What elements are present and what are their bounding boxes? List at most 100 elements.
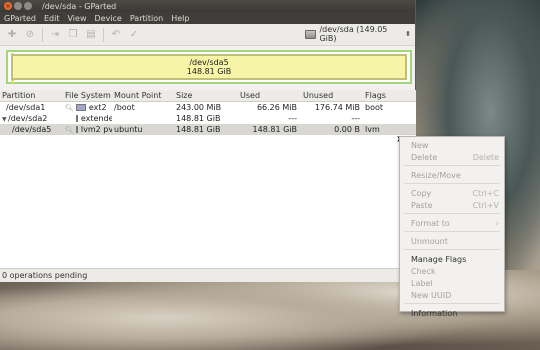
- menu-item-delete[interactable]: Delete Delete: [400, 151, 504, 163]
- used-value: 66.26 MiB: [256, 103, 297, 112]
- hard-disk-icon: [305, 29, 317, 39]
- menu-item-label: Unmount: [411, 236, 448, 246]
- partition-name: /dev/sda1: [6, 103, 46, 112]
- shortcut-label: Ctrl+V: [472, 200, 499, 210]
- menu-separator: [404, 303, 500, 304]
- table-row[interactable]: /dev/sda1 🔍︎ ext2 /boot 243.00 MiB 66.26…: [0, 102, 416, 113]
- menu-item-copy[interactable]: Copy Ctrl+C: [400, 187, 504, 199]
- menu-item-label: Resize/Move: [411, 170, 461, 180]
- menu-item-label: Paste: [411, 200, 433, 210]
- maximize-window-button[interactable]: [24, 2, 32, 10]
- size-value: 243.00 MiB: [176, 103, 222, 112]
- menu-item-label: New: [411, 140, 429, 150]
- window-title: /dev/sda - GParted: [42, 1, 117, 11]
- menu-item-label: Copy: [411, 188, 432, 198]
- filesystem-cell: 🔍︎ lvm2 pv: [63, 125, 112, 134]
- device-selector[interactable]: /dev/sda (149.05 GiB) ⬍: [305, 25, 411, 43]
- shortcut-label: Ctrl+C: [472, 188, 499, 198]
- menu-separator: [404, 213, 500, 214]
- unused-value: 176.74 MiB: [314, 103, 360, 112]
- minimize-window-button[interactable]: [14, 2, 22, 10]
- menu-view[interactable]: View: [68, 14, 87, 23]
- menu-item-label: New UUID: [411, 290, 452, 300]
- menu-item-information[interactable]: Information: [400, 307, 504, 319]
- copy-icon[interactable]: ❐: [67, 29, 79, 41]
- device-label: /dev/sda (149.05 GiB): [319, 25, 388, 43]
- menu-item-paste[interactable]: Paste Ctrl+V: [400, 199, 504, 211]
- filesystem-color-swatch: [75, 115, 78, 122]
- menu-partition[interactable]: Partition: [130, 14, 163, 23]
- flags-value: boot: [365, 103, 384, 112]
- mount-point: ubuntu: [114, 125, 143, 134]
- filesystem-name: extended: [80, 114, 112, 123]
- filesystem-name: ext2: [88, 103, 107, 112]
- magnifier-icon: 🔍︎: [65, 125, 74, 134]
- menu-item-new[interactable]: New: [400, 139, 504, 151]
- used-value: 148.81 GiB: [252, 125, 297, 134]
- menu-separator: [404, 165, 500, 166]
- column-header-unused[interactable]: Unused: [300, 91, 363, 100]
- menu-bar: GParted Edit View Device Partition Help: [0, 12, 415, 24]
- menu-separator: [404, 231, 500, 232]
- menu-item-check[interactable]: Check: [400, 265, 504, 277]
- partition-table: Partition File System Mount Point Size U…: [0, 90, 416, 268]
- menu-item-label: Manage Flags: [411, 254, 467, 264]
- unused-value: 0.00 B: [334, 125, 360, 134]
- menu-help[interactable]: Help: [171, 14, 189, 23]
- menu-device[interactable]: Device: [94, 14, 121, 23]
- menu-separator: [404, 183, 500, 184]
- new-icon[interactable]: ✚: [6, 29, 18, 41]
- undo-icon[interactable]: ↶: [110, 29, 122, 41]
- menu-item-label: Format to: [411, 218, 450, 228]
- filesystem-cell: 🔍︎ extended: [63, 114, 112, 123]
- menu-gparted[interactable]: GParted: [4, 14, 36, 23]
- partition-block-size: 148.81 GiB: [186, 67, 232, 76]
- title-bar: × /dev/sda - GParted: [0, 0, 415, 12]
- filesystem-name: lvm2 pv: [80, 125, 112, 134]
- submenu-arrow-icon: ›: [495, 218, 499, 228]
- filesystem-color-swatch: [75, 104, 86, 111]
- close-window-button[interactable]: ×: [4, 2, 12, 10]
- column-header-size[interactable]: Size: [174, 91, 237, 100]
- menu-item-new-uuid[interactable]: New UUID: [400, 289, 504, 301]
- flags-value: lvm: [365, 125, 380, 134]
- menu-item-label: Check: [411, 266, 436, 276]
- menu-item-label: Label: [411, 278, 433, 288]
- sda5-partition-block[interactable]: /dev/sda5 148.81 GiB: [11, 54, 407, 80]
- column-header-flags[interactable]: Flags: [363, 91, 416, 100]
- status-bar: 0 operations pending: [0, 268, 416, 282]
- menu-edit[interactable]: Edit: [44, 14, 60, 23]
- apply-icon[interactable]: ✓: [128, 29, 140, 41]
- column-header-filesystem[interactable]: File System: [63, 91, 112, 100]
- toolbar-separator: [42, 27, 43, 42]
- menu-item-label-partition[interactable]: Label: [400, 277, 504, 289]
- partition-name: /dev/sda5: [12, 125, 52, 134]
- toolbar-separator: [103, 27, 104, 42]
- filesystem-cell: 🔍︎ ext2: [63, 103, 112, 112]
- partition-name-cell: ▼/dev/sda2: [0, 114, 63, 123]
- resize-icon[interactable]: ⇥: [49, 29, 61, 41]
- table-row[interactable]: ▼/dev/sda2 🔍︎ extended 148.81 GiB --- --…: [0, 113, 416, 124]
- partition-context-menu: New Delete Delete Resize/Move Copy Ctrl+C …: [399, 136, 505, 318]
- menu-item-manage-flags[interactable]: Manage Flags: [400, 253, 504, 265]
- column-header-partition[interactable]: Partition: [0, 91, 63, 100]
- delete-icon[interactable]: ⊘: [24, 29, 36, 41]
- filesystem-color-swatch: [75, 126, 78, 133]
- magnifier-icon: 🔍︎: [65, 103, 74, 112]
- menu-item-resize-move[interactable]: Resize/Move: [400, 169, 504, 181]
- extended-partition-block[interactable]: /dev/sda5 148.81 GiB: [6, 50, 412, 84]
- table-row-selected[interactable]: /dev/sda5 🔍︎ lvm2 pv ubuntu 148.81 GiB 1…: [0, 124, 416, 135]
- partition-name: /dev/sda2: [8, 114, 48, 123]
- table-header: Partition File System Mount Point Size U…: [0, 90, 416, 102]
- column-header-used[interactable]: Used: [237, 91, 300, 100]
- menu-item-label: Information: [411, 308, 458, 318]
- partition-visual-bar: /dev/sda5 148.81 GiB: [4, 48, 412, 86]
- gparted-window: × /dev/sda - GParted GParted Edit View D…: [0, 0, 416, 282]
- paste-icon[interactable]: ▤: [85, 29, 97, 41]
- spin-arrows-icon: ⬍: [405, 30, 411, 38]
- menu-item-unmount[interactable]: Unmount: [400, 235, 504, 247]
- menu-item-format-to[interactable]: Format to ›: [400, 217, 504, 229]
- column-header-mountpoint[interactable]: Mount Point: [112, 91, 174, 100]
- menu-separator: [404, 249, 500, 250]
- unused-value: ---: [351, 114, 360, 123]
